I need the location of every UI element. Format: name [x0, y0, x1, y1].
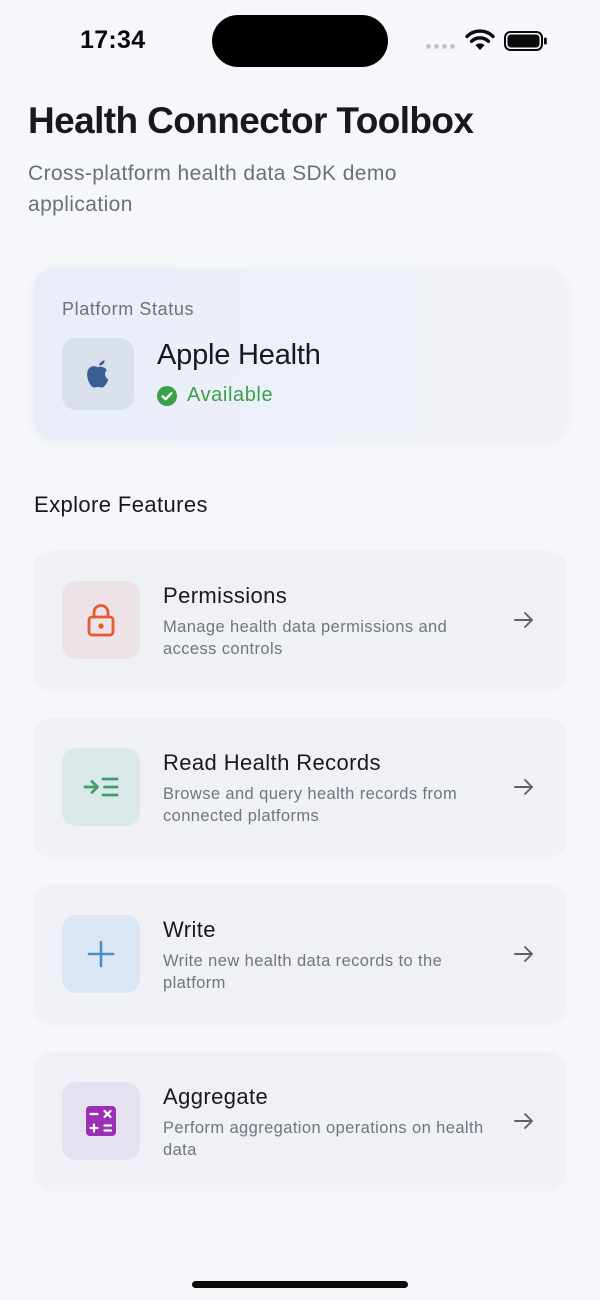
wifi-icon [465, 29, 495, 50]
feature-title: Read Health Records [163, 750, 381, 775]
feature-card-aggregate[interactable]: Aggregate Perform aggregation operations… [34, 1052, 566, 1190]
battery-icon [504, 31, 547, 51]
page-title: Health Connector Toolbox [28, 100, 474, 141]
feature-icon-box [62, 748, 140, 826]
status-time: 17:34 [80, 26, 146, 54]
list-import-icon [83, 777, 119, 797]
status-bar: 17:34 [0, 0, 600, 82]
arrow-right-icon [514, 612, 533, 628]
platform-status-card: Platform Status Apple Health Available [34, 268, 566, 440]
section-heading-explore-features: Explore Features [34, 492, 208, 517]
check-circle-icon [157, 385, 177, 406]
arrow-right-icon [514, 779, 533, 795]
feature-card-write[interactable]: Write Write new health data records to t… [34, 885, 566, 1023]
platform-availability: Available [157, 384, 273, 407]
cellular-signal-icon [426, 44, 455, 49]
lock-icon [87, 604, 115, 637]
availability-status: Available [187, 384, 274, 406]
home-indicator[interactable] [192, 1281, 408, 1288]
feature-title: Permissions [163, 583, 288, 608]
feature-card-read-health-records[interactable]: Read Health Records Browse and query hea… [34, 718, 566, 856]
feature-description: Manage health data permissions and acces… [163, 618, 448, 658]
dynamic-island [212, 15, 388, 67]
feature-card-permissions[interactable]: Permissions Manage health data permissio… [34, 551, 566, 689]
feature-description: Perform aggregation operations on health… [163, 1119, 484, 1159]
arrow-right-icon [514, 946, 533, 962]
platform-name: Apple Health [157, 339, 321, 371]
page-subtitle: Cross-platform health data SDK demo appl… [28, 162, 397, 216]
feature-title: Write [163, 917, 216, 942]
feature-title: Aggregate [163, 1084, 269, 1109]
apple-icon [87, 360, 109, 388]
feature-description: Write new health data records to the pla… [163, 952, 443, 992]
feature-icon-box [62, 581, 140, 659]
platform-icon-box [62, 338, 134, 410]
plus-icon [87, 940, 115, 968]
calculator-icon [86, 1106, 116, 1136]
platform-status-label: Platform Status [62, 299, 195, 319]
feature-icon-box [62, 1082, 140, 1160]
feature-description: Browse and query health records from con… [163, 785, 458, 825]
arrow-right-icon [514, 1113, 533, 1129]
feature-icon-box [62, 915, 140, 993]
